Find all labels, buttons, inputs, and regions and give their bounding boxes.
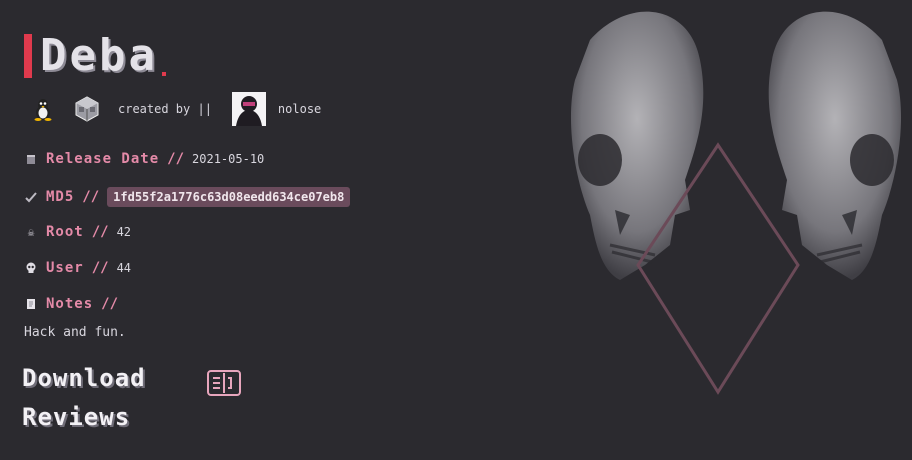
root-value: 42 [116, 225, 132, 239]
skull-crossbones-icon: ☠ [27, 225, 35, 239]
notes-separator: // [101, 296, 119, 312]
release-date-field: Release Date // 2021-05-10 [24, 151, 264, 167]
skull-artwork [570, 11, 902, 395]
md5-hash-value: 1fd55f2a1776c63d08eedd634ce07eb8 [107, 187, 351, 207]
notes-text: Hack and fun. [24, 325, 126, 340]
title-dot [161, 72, 166, 76]
title-accent-bar [24, 34, 32, 78]
md5-separator: // [82, 189, 100, 205]
user-value: 44 [116, 261, 132, 275]
release-date-label: Release Date [46, 151, 160, 167]
skull-icon [24, 261, 38, 275]
note-icon [24, 297, 38, 311]
meta-row: created by || nolose [30, 92, 341, 126]
md5-label: MD5 [46, 189, 75, 205]
right-skull-shape [768, 11, 902, 280]
linux-tux-icon [30, 96, 56, 122]
author-avatar[interactable] [231, 92, 266, 126]
download-link[interactable]: Download [22, 364, 146, 392]
user-separator: // [91, 260, 109, 276]
root-separator: // [91, 224, 109, 240]
root-field: ☠ Root // 42 [24, 224, 131, 240]
notes-label: Notes [46, 296, 94, 312]
virtualbox-icon [74, 96, 100, 122]
user-label: User [46, 260, 84, 276]
user-field: User // 44 [24, 260, 131, 276]
left-skull-shape [570, 11, 704, 280]
page-title: Deba [40, 30, 158, 81]
md5-field: MD5 // 1fd55f2a1776c63d08eedd634ce07eb8 [24, 187, 351, 207]
reviews-link[interactable]: Reviews [22, 403, 130, 431]
root-label: Root [46, 224, 84, 240]
created-by-label: created by || [118, 102, 212, 116]
author-name[interactable]: nolose [278, 102, 321, 116]
release-date-separator: // [167, 151, 185, 167]
calendar-icon [24, 152, 38, 166]
notes-field: Notes // [24, 296, 126, 312]
book-icon[interactable] [207, 370, 241, 396]
check-icon [24, 190, 38, 204]
title-row: Deba [24, 34, 166, 78]
release-date-value: 2021-05-10 [192, 152, 265, 166]
